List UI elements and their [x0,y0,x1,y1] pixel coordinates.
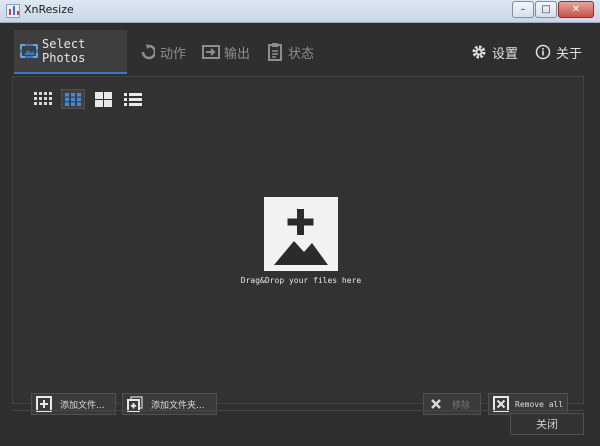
remove-all-button[interactable]: Remove all [488,393,568,415]
settings-label: 设置 [492,46,519,62]
add-files-label: 添加文件... [60,400,105,411]
drop-zone[interactable] [264,197,338,271]
add-folder-button[interactable]: 添加文件夹... [122,393,217,415]
drop-zone-hint: Drag&Drop your files here [240,276,362,285]
medium-grid-view-button[interactable] [61,89,85,109]
tab-label: 状态 [288,46,315,62]
medium-grid-icon [65,92,81,106]
settings-button[interactable]: 设置 [470,30,518,74]
small-grid-icon [34,92,52,105]
list-icon [124,92,142,106]
large-grid-view-button[interactable] [91,89,115,109]
info-icon [534,43,552,61]
close-window-button[interactable]: ✕ [558,1,594,18]
close-label: 关闭 [536,418,558,431]
tab-status[interactable]: 状态 [266,30,314,74]
file-list-panel[interactable]: Drag&Drop your files here 添加文件... 添加文件夹.… [12,76,584,415]
window-title: XnResize [24,3,74,16]
add-folder-label: 添加文件夹... [151,400,205,411]
main-window: Select Photos 动作 输出 状态 设置 关于 Drag&Drop y… [0,23,600,446]
status-icon [266,43,284,61]
minimize-icon: – [520,3,526,15]
tab-label: 动作 [160,46,187,62]
tab-select-photos[interactable]: Select Photos [14,30,127,74]
footer-divider [12,410,584,411]
add-image-icon [274,209,328,265]
tab-action[interactable]: 动作 [138,30,186,74]
action-icon [138,43,156,61]
tab-output[interactable]: 输出 [202,30,250,74]
minimize-button[interactable]: – [512,1,534,18]
large-grid-icon [94,91,112,107]
tab-label: 输出 [224,46,251,62]
tab-label: Select Photos [42,37,86,65]
list-view-button[interactable] [121,89,145,109]
view-mode-switcher [31,89,145,109]
output-icon [202,43,220,61]
close-button[interactable]: 关闭 [510,413,584,435]
remove-all-label: Remove all [515,399,564,409]
remove-button[interactable]: 移除 [423,393,481,415]
maximize-button[interactable]: □ [535,1,557,18]
maximize-icon: □ [541,3,551,15]
remove-label: 移除 [452,400,471,411]
tab-bar: Select Photos 动作 输出 状态 设置 关于 [0,30,600,74]
small-grid-view-button[interactable] [31,89,55,109]
add-files-button[interactable]: 添加文件... [31,393,116,415]
app-icon [6,4,20,18]
select-photos-icon [20,42,38,60]
window-controls: – □ ✕ [512,1,594,18]
about-button[interactable]: 关于 [534,30,582,74]
title-bar: XnResize – □ ✕ [0,0,600,23]
close-icon: ✕ [571,3,581,15]
about-label: 关于 [556,46,583,62]
gear-icon [470,43,488,61]
